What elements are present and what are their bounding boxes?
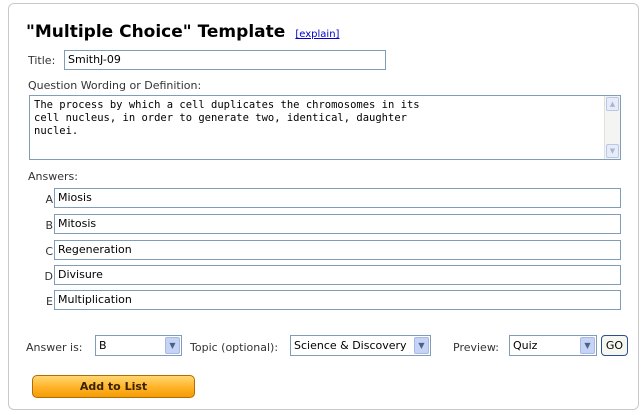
answers-label: Answers: [28,170,78,183]
header: "Multiple Choice" Template [explain] [26,22,339,42]
title-label: Title: [28,54,56,67]
question-scrollbar[interactable]: ▲ ▼ [604,96,620,159]
chevron-down-icon[interactable]: ▼ [165,337,180,354]
answer-letter-e: E [46,295,53,308]
answer-is-select[interactable]: B ▼ [95,335,182,356]
chevron-down-icon[interactable]: ▼ [414,337,429,354]
title-input[interactable]: SmithJ-09 [64,50,386,70]
answer-letter-d: D [44,270,53,283]
question-text: The process by which a cell duplicates t… [34,99,420,137]
answer-input-a[interactable]: Miosis [54,188,621,208]
answer-input-d[interactable]: Divisure [54,265,621,285]
scroll-down-icon[interactable]: ▼ [606,144,619,158]
explain-link[interactable]: [explain] [295,29,339,40]
scroll-up-icon[interactable]: ▲ [606,97,619,111]
chevron-down-icon[interactable]: ▼ [580,337,595,354]
answer-input-b[interactable]: Mitosis [54,214,621,234]
add-to-list-button[interactable]: Add to List [32,375,195,398]
topic-label: Topic (optional): [190,341,279,354]
answer-input-e[interactable]: Multiplication [54,290,621,310]
page-title: "Multiple Choice" Template [26,22,286,42]
topic-value: Science & Discovery [294,339,407,352]
question-label: Question Wording or Definition: [28,79,202,92]
answer-is-label: Answer is: [26,341,83,354]
topic-select[interactable]: Science & Discovery ▼ [290,335,431,356]
preview-select[interactable]: Quiz ▼ [509,335,597,356]
question-textarea[interactable]: The process by which a cell duplicates t… [29,95,621,160]
answer-letter-c: C [45,245,53,258]
answer-is-value: B [99,339,107,352]
answer-letter-a: A [45,193,53,206]
answer-letter-b: B [45,219,53,232]
preview-label: Preview: [453,341,499,354]
answer-input-c[interactable]: Regeneration [54,240,621,260]
preview-value: Quiz [513,339,538,352]
go-button[interactable]: GO [601,335,628,356]
